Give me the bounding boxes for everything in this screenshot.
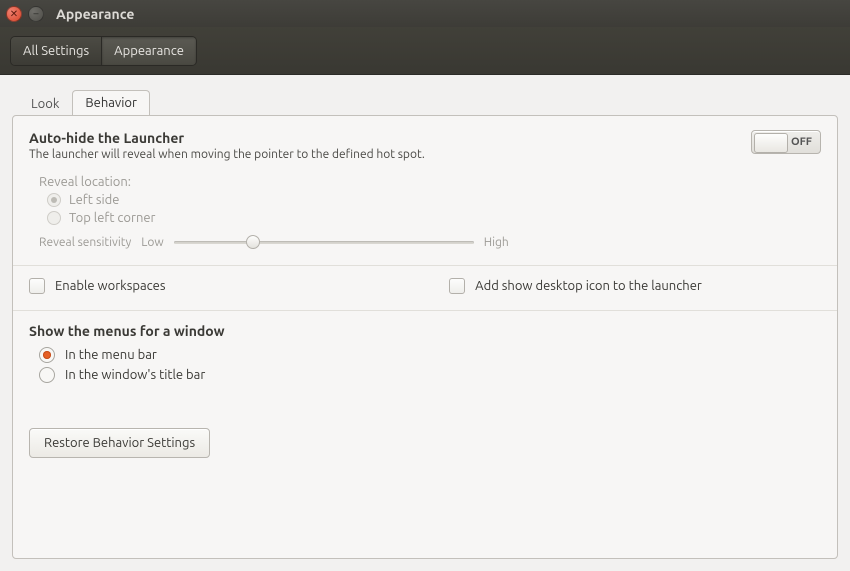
- menus-in-menu-bar[interactable]: In the menu bar: [39, 347, 821, 363]
- breadcrumb-appearance[interactable]: Appearance: [102, 37, 196, 65]
- checkbox-row: Enable workspaces Add show desktop icon …: [29, 278, 821, 294]
- autohide-switch-label: OFF: [791, 136, 812, 148]
- radio-icon: [39, 347, 55, 363]
- autohide-switch[interactable]: OFF: [751, 130, 821, 154]
- menus-in-title-bar[interactable]: In the window's title bar: [39, 367, 821, 383]
- breadcrumb-all-settings[interactable]: All Settings: [11, 37, 102, 65]
- tab-behavior[interactable]: Behavior: [72, 90, 150, 116]
- reveal-sensitivity-low: Low: [141, 236, 163, 249]
- divider: [13, 265, 837, 266]
- titlebar: ✕ – Appearance: [0, 0, 850, 27]
- menus-title: Show the menus for a window: [29, 323, 821, 339]
- behavior-panel: Auto-hide the Launcher The launcher will…: [12, 115, 838, 559]
- restore-behavior-button[interactable]: Restore Behavior Settings: [29, 428, 210, 458]
- toolbar: All Settings Appearance: [0, 27, 850, 75]
- reveal-left-side[interactable]: Left side: [47, 193, 821, 207]
- enable-workspaces-label: Enable workspaces: [55, 279, 166, 293]
- menus-section: Show the menus for a window In the menu …: [29, 323, 821, 383]
- menus-menubar-label: In the menu bar: [65, 348, 157, 362]
- autohide-desc: The launcher will reveal when moving the…: [29, 148, 425, 161]
- breadcrumb: All Settings Appearance: [10, 36, 197, 66]
- tab-look[interactable]: Look: [18, 91, 72, 116]
- divider: [13, 310, 837, 311]
- menus-titlebar-label: In the window's title bar: [65, 368, 205, 382]
- reveal-top-left[interactable]: Top left corner: [47, 211, 821, 225]
- reveal-sensitivity-row: Reveal sensitivity Low High: [39, 235, 821, 249]
- add-show-desktop[interactable]: Add show desktop icon to the launcher: [449, 278, 829, 294]
- autohide-section: Auto-hide the Launcher The launcher will…: [29, 130, 821, 249]
- autohide-title: Auto-hide the Launcher: [29, 130, 425, 146]
- radio-icon: [39, 367, 55, 383]
- checkbox-icon: [29, 278, 45, 294]
- add-show-desktop-label: Add show desktop icon to the launcher: [475, 279, 702, 293]
- reveal-topleft-label: Top left corner: [69, 211, 155, 225]
- slider-thumb-icon[interactable]: [246, 235, 260, 249]
- tab-row: Look Behavior: [12, 89, 838, 115]
- enable-workspaces[interactable]: Enable workspaces: [29, 278, 409, 294]
- reveal-left-label: Left side: [69, 193, 119, 207]
- reveal-sensitivity-label: Reveal sensitivity: [39, 236, 131, 249]
- reveal-location-label: Reveal location:: [39, 175, 821, 189]
- minimize-icon[interactable]: –: [28, 6, 44, 22]
- checkbox-icon: [449, 278, 465, 294]
- client-area: Look Behavior Auto-hide the Launcher The…: [0, 75, 850, 571]
- radio-icon: [47, 193, 61, 207]
- close-icon[interactable]: ✕: [6, 6, 22, 22]
- reveal-location-group: Reveal location: Left side Top left corn…: [39, 175, 821, 225]
- window-title: Appearance: [56, 6, 134, 22]
- radio-icon: [47, 211, 61, 225]
- reveal-sensitivity-high: High: [484, 236, 509, 249]
- reveal-sensitivity-slider[interactable]: [174, 235, 474, 249]
